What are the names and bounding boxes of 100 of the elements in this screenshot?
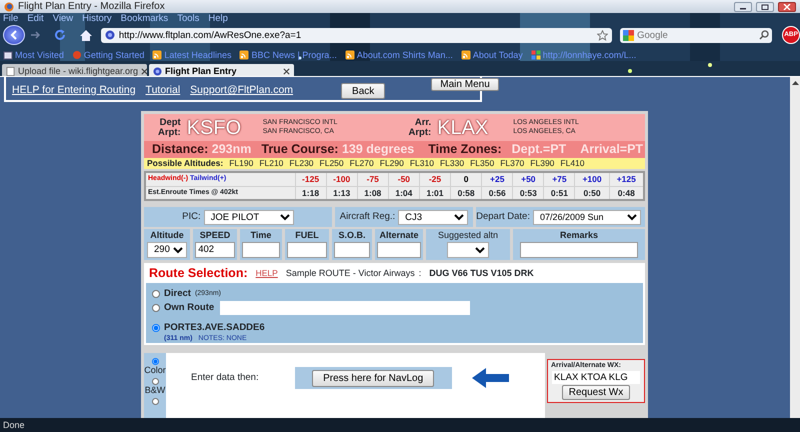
menu-item[interactable]: View xyxy=(52,13,74,25)
browser-tab[interactable]: Flight Plan Entry xyxy=(149,64,294,76)
option-label: Color xyxy=(144,365,166,376)
field-label: FUEL xyxy=(295,230,319,241)
close-icon[interactable] xyxy=(283,68,290,74)
search-field[interactable]: Google xyxy=(620,28,772,42)
menu-item[interactable]: Help xyxy=(208,13,228,25)
bookmark-link[interactable]: Most Visited xyxy=(3,48,64,62)
address-input[interactable]: http://www.fltplan.com/AwResOne.exe?a=1 xyxy=(118,28,594,42)
table-cell: +100 xyxy=(574,172,610,186)
address-bar[interactable]: http://www.fltplan.com/AwResOne.exe?a=1 xyxy=(100,28,612,42)
flight-level: FL350 xyxy=(470,158,494,169)
reload-icon[interactable] xyxy=(52,28,67,42)
flight-level: FL230 xyxy=(289,158,314,169)
sample-label: Sample ROUTE - Victor Airways xyxy=(286,268,415,278)
page-icon xyxy=(530,50,541,60)
input-field[interactable] xyxy=(220,301,470,315)
input-field[interactable] xyxy=(334,242,370,258)
menu-item[interactable]: Bookmarks xyxy=(120,13,168,25)
menu-item[interactable]: File xyxy=(3,13,18,25)
request-wx-button[interactable]: Request Wx xyxy=(562,385,630,400)
date-dropdown[interactable]: 07/26/2009 Sun xyxy=(533,210,641,224)
flight-level: FL270 xyxy=(350,158,374,169)
restore-icon xyxy=(761,4,769,10)
search-engine-icon[interactable] xyxy=(623,30,634,40)
dropdown[interactable] xyxy=(447,242,489,258)
radio-button[interactable] xyxy=(152,304,160,312)
field-label: Suggested altn xyxy=(438,230,498,241)
flight-level: FL250 xyxy=(320,158,344,169)
help-link[interactable]: HELP xyxy=(256,268,278,278)
airport-code: KLAX xyxy=(437,116,490,140)
dropdown[interactable]: 290 xyxy=(147,242,187,258)
start-icon xyxy=(72,50,82,60)
option-label: Own Route xyxy=(164,302,214,314)
main-menu-button[interactable]: Main Menu xyxy=(431,78,499,91)
bookmark-link[interactable]: Getting Started xyxy=(72,48,144,62)
input-field[interactable] xyxy=(242,242,280,258)
radio-button[interactable] xyxy=(152,358,158,365)
input-field[interactable] xyxy=(287,242,327,258)
flight-level: FL410 xyxy=(560,158,585,169)
radio-button[interactable] xyxy=(152,324,160,332)
browser-tab[interactable]: Upload file - wiki.flightgear.org xyxy=(2,64,147,76)
restore-button[interactable] xyxy=(756,2,774,12)
bookmark-link[interactable]: About Today xyxy=(460,48,523,62)
table-cell: -100 xyxy=(326,172,358,186)
input-field[interactable] xyxy=(377,242,421,258)
pilot-dropdown[interactable]: JOE PILOT xyxy=(204,210,294,224)
bookmark-star-icon[interactable] xyxy=(597,30,608,40)
table-cell: +75 xyxy=(544,172,575,186)
menu-item[interactable]: History xyxy=(82,13,112,25)
airport-label: Arpt: xyxy=(158,128,181,138)
close-button[interactable] xyxy=(778,2,796,12)
feed-icon xyxy=(152,50,162,60)
table-cell: +25 xyxy=(482,172,513,186)
navlog-button[interactable]: Press here for NavLog xyxy=(312,370,434,386)
search-icon[interactable] xyxy=(759,30,770,40)
field-label: Alternate xyxy=(379,230,418,241)
table-cell: 0 xyxy=(450,172,482,186)
search-input[interactable]: Google xyxy=(637,28,756,42)
scrollbar[interactable] xyxy=(790,77,800,418)
summary-label: Time Zones: xyxy=(428,142,502,157)
airport-label: Arr. xyxy=(414,118,432,128)
folder-icon xyxy=(3,50,13,60)
field-label: Depart Date: xyxy=(476,211,530,223)
aircraft-dropdown[interactable]: CJ3 xyxy=(398,210,468,224)
summary-label: Distance: xyxy=(152,142,208,156)
prompt-text: Enter data then: xyxy=(191,372,259,384)
forward-icon[interactable] xyxy=(28,30,41,40)
back-button[interactable]: Back xyxy=(341,83,386,99)
close-icon[interactable] xyxy=(141,68,148,74)
scroll-up-icon[interactable] xyxy=(792,80,798,86)
link[interactable]: Tutorial xyxy=(146,84,180,97)
input-field[interactable] xyxy=(520,242,638,258)
link[interactable]: HELP for Entering Routing xyxy=(12,84,136,97)
input-field[interactable]: KLAX KTOA KLG xyxy=(552,371,640,384)
firefox-icon xyxy=(4,2,14,12)
bookmark-link[interactable]: About.com Shirts Man... xyxy=(344,48,453,62)
flight-level: FL210 xyxy=(259,158,284,169)
radio-button[interactable] xyxy=(152,398,158,405)
altitudes-label: Possible Altitudes: xyxy=(147,158,224,169)
arrow-icon xyxy=(472,368,510,388)
summary-value: 139 degrees xyxy=(342,142,414,156)
summary-value: 293nm xyxy=(212,142,252,156)
summary-label: True Course: xyxy=(261,142,338,156)
summary-value: Arrival=PT xyxy=(580,142,644,157)
radio-button[interactable] xyxy=(152,290,160,298)
status-text: Done xyxy=(3,420,25,430)
field-label: Aircraft Reg.: xyxy=(340,211,396,223)
option-label: B&W xyxy=(144,384,166,396)
input-field[interactable]: 402 xyxy=(195,242,235,258)
menu-item[interactable]: Edit xyxy=(27,13,44,25)
table-cell: +50 xyxy=(512,172,544,186)
home-icon[interactable] xyxy=(78,28,93,42)
bookmark-link[interactable]: BBC News | Progra... xyxy=(239,48,337,62)
link[interactable]: Support@FltPlan.com xyxy=(190,84,294,97)
section-title: Route Selection: xyxy=(149,266,248,280)
minimize-button[interactable] xyxy=(734,2,752,12)
menu-item[interactable]: Tools xyxy=(177,13,200,25)
radio-button[interactable] xyxy=(152,378,158,385)
summary-value: Dept.=PT xyxy=(512,142,566,157)
